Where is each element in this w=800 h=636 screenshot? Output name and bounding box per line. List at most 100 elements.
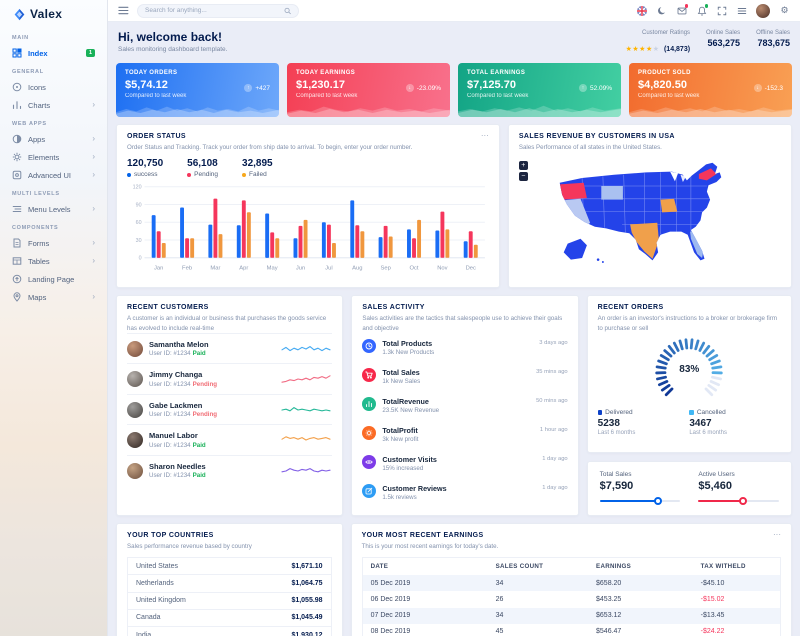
total-sales-slider[interactable] [599, 496, 681, 505]
top-countries-card: YOUR TOP COUNTRIES Sales performance rev… [116, 522, 343, 636]
sidebar-item-label: Icons [28, 82, 46, 92]
table-row[interactable]: 08 Dec 2019 45 $546.47 -$24.22 [362, 624, 780, 636]
state-wyoming[interactable] [601, 186, 623, 200]
kpi-delta: ↓ -23.09% [405, 84, 441, 92]
activity-list-item[interactable]: TotalRevenue 23.5K New Revenue 50 mins ag… [362, 391, 568, 420]
today-orders-card[interactable]: TODAY ORDERS $5,74.12 Compared to last w… [116, 63, 279, 117]
table-row[interactable]: 07 Dec 2019 34 $653.12 -$13.45 [362, 607, 781, 624]
kpi-delta: ↑ +427 [244, 84, 270, 92]
map-zoom-in-button[interactable]: + [518, 161, 528, 170]
country-row[interactable]: United Kingdom $1,055.98 [128, 591, 331, 609]
sidebar-item-icons[interactable]: Icons [0, 78, 107, 96]
customer-sparkline [281, 406, 331, 412]
search-input[interactable] [145, 7, 280, 14]
more-options-button[interactable]: ··· [481, 132, 489, 140]
sidebar-item-menu-levels[interactable]: Menu Levels › [0, 200, 107, 218]
success-stat: 120,750 success [127, 158, 164, 179]
customer-list-item[interactable]: Jimmy Changa User ID: #1234 Pending [127, 363, 333, 394]
eye-icon [362, 454, 377, 469]
customer-list-item[interactable]: Gabe Lackmen User ID: #1234 Pending [127, 393, 333, 425]
state-hawaii[interactable] [601, 261, 604, 264]
activity-list-item[interactable]: Total Sales 1k New Sales 35 mins ago [362, 362, 568, 391]
country-row[interactable]: India $1,930.12 [128, 625, 331, 636]
svg-text:90: 90 [136, 203, 142, 209]
slider-handle[interactable] [738, 496, 747, 505]
state-oregon[interactable] [559, 183, 587, 200]
activity-list-item[interactable]: Customer Reviews 1.5k reviews 1 day ago [362, 478, 568, 507]
customer-sparkline [281, 375, 331, 383]
map-zoom-out-button[interactable]: − [518, 172, 528, 181]
sidebar-item-label: Advanced UI [28, 170, 71, 180]
recent-earnings-card: YOUR MOST RECENT EARNINGS ··· This is yo… [350, 522, 792, 636]
sidebar-item-tables[interactable]: Tables › [0, 252, 107, 270]
country-row[interactable]: United States $1,671.10 [128, 558, 331, 574]
trend-down-icon: ↓ [405, 84, 414, 92]
customer-list-item[interactable]: Samantha Melon User ID: #1234 Paid [127, 332, 333, 364]
cancelled-stat: Cancelled 3467 Last 6 months [689, 408, 728, 436]
activity-list-item[interactable]: TotalProfit 3k New profit 1 hour ago [362, 420, 568, 449]
card-subtitle: Order Status and Tracking. Track your or… [127, 144, 413, 151]
hamburger-menu-icon[interactable] [118, 6, 129, 15]
total-earnings-card[interactable]: TOTAL EARNINGS $7,125.70 Compared to las… [458, 63, 621, 117]
page-subtitle: Sales monitoring dashboard template. [118, 46, 228, 53]
sidebar-item-charts[interactable]: Charts › [0, 96, 107, 114]
slider-handle[interactable] [653, 496, 662, 505]
trend-up-icon: ↑ [578, 84, 587, 92]
app-logo[interactable]: Valex [0, 0, 107, 28]
activity-list-item[interactable]: Total Products 1.3k New Products 3 days a… [362, 333, 568, 362]
product-sold-card[interactable]: PRODUCT SOLD $4,820.50 Compared to last … [629, 63, 792, 117]
sidebar-item-apps[interactable]: Apps › [0, 130, 107, 148]
table-header-row: DATE SALES COUNT EARNINGS TAX WITHELD [362, 558, 780, 576]
more-options-button[interactable]: ··· [773, 530, 781, 538]
card-subtitle: Sales performance revenue based by count… [127, 542, 252, 550]
bar-chart-icon [12, 100, 22, 110]
menu-list-icon[interactable] [736, 5, 747, 16]
table-row[interactable]: 05 Dec 2019 34 $658.20 -$45.10 [362, 575, 781, 592]
usa-map[interactable] [519, 154, 781, 274]
map-pin-icon [12, 292, 22, 302]
trend-down-icon: ↓ [753, 84, 762, 92]
sidebar-item-advanced-ui[interactable]: Advanced UI › [0, 166, 107, 184]
settings-gear-icon[interactable]: ⚙ [779, 5, 790, 16]
welcome-banner: Hi, welcome back! Sales monitoring dashb… [116, 28, 792, 56]
dark-mode-moon-icon[interactable] [656, 5, 667, 16]
messages-icon[interactable] [676, 4, 688, 16]
sidebar-item-forms[interactable]: Forms › [0, 234, 107, 252]
table-row[interactable]: 06 Dec 2019 26 $453.25 -$15.02 [362, 591, 780, 607]
star-muted-icon: ★ [652, 46, 660, 53]
sidebar-item-elements[interactable]: Elements › [0, 148, 107, 166]
fullscreen-icon[interactable] [716, 5, 727, 16]
failed-stat: 32,895 Failed [242, 158, 273, 179]
customer-list-item[interactable]: Sharon Needles User ID: #1234 Paid [127, 454, 333, 486]
notifications-bell-icon[interactable] [696, 4, 708, 16]
state-hawaii[interactable] [596, 258, 600, 262]
country-row[interactable]: Canada $1,045.49 [128, 608, 331, 626]
search-bar[interactable] [137, 3, 299, 18]
pending-stat: 56,108 Pending [187, 158, 219, 179]
customer-list-item[interactable]: Manuel Labor User ID: #1234 Paid [127, 424, 333, 455]
sidebar-item-label: Landing Page [28, 274, 75, 284]
active-users-slider-block: Active Users $5,460 [698, 471, 779, 505]
col-sales-count: SALES COUNT [495, 563, 544, 571]
customer-ratings-stat: Customer Ratings ★★★★★ (14,873) [626, 30, 690, 56]
uk-flag-icon[interactable] [636, 5, 647, 16]
state-alaska[interactable] [563, 239, 587, 260]
avatar [127, 432, 143, 449]
star-rating-icons: ★★★★ [625, 46, 653, 53]
card-title: SALES ACTIVITY [362, 304, 425, 312]
user-avatar[interactable] [756, 3, 770, 18]
country-row[interactable]: Netherlands $1,064.75 [128, 574, 331, 591]
trend-up-icon: ↑ [244, 84, 253, 92]
active-users-slider[interactable] [698, 496, 779, 505]
sidebar-item-landing-page[interactable]: Landing Page [0, 270, 107, 288]
sidebar-item-maps[interactable]: Maps › [0, 288, 107, 306]
document-icon [12, 238, 22, 248]
today-earnings-card[interactable]: TODAY EARNINGS $1,230.17 Compared to las… [287, 63, 450, 117]
avatar [127, 462, 143, 479]
offline-sales-stat: Offline Sales 783,675 [756, 30, 790, 56]
activity-list-item[interactable]: Customer Visits 15% increased 1 day ago [362, 449, 568, 478]
status-badge: Paid [192, 441, 206, 449]
sidebar-item-index[interactable]: Index 1 [0, 44, 107, 62]
sidebar-section-web-apps: WEB APPS [12, 121, 47, 127]
sidebar-section-components: COMPONENTS [12, 225, 59, 231]
